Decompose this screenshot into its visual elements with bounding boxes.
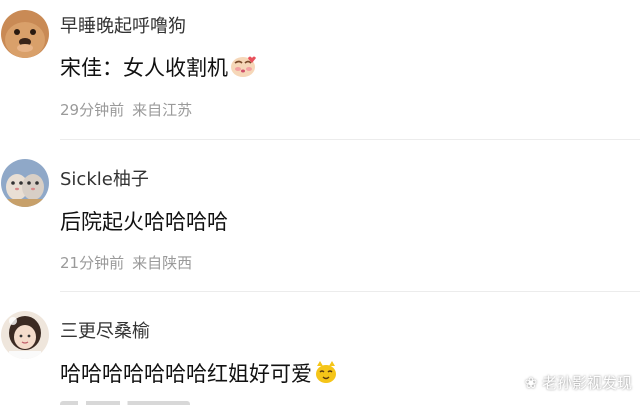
- divider: [60, 291, 640, 292]
- username[interactable]: 三更尽桑榆: [60, 317, 150, 343]
- dog-avatar-icon: [1, 10, 49, 58]
- divider: [60, 139, 640, 140]
- comment-meta: 21分钟前 来自陕西: [60, 252, 192, 273]
- watermark: ❀ 老孙影视发现: [525, 372, 632, 393]
- username[interactable]: Sickle柚子: [60, 165, 149, 191]
- comment-text: 哈哈哈哈哈哈哈红姐好可爱: [60, 358, 338, 389]
- plush-toys-avatar-icon: [1, 159, 49, 207]
- paw-icon: ❀: [524, 374, 538, 392]
- next-comment-peek: [60, 401, 190, 405]
- comment-list: 早睡晚起呼噜狗 宋佳：女人收割机 29分钟前 来自江苏 Sickle柚子 后院起…: [0, 0, 640, 405]
- kiss-face-icon: [230, 54, 256, 83]
- username[interactable]: 早睡晚起呼噜狗: [60, 12, 186, 38]
- comment-text-body: 哈哈哈哈哈哈哈红姐好可爱: [60, 362, 312, 386]
- avatar[interactable]: [1, 10, 49, 58]
- comment-location: 来自江苏: [132, 101, 193, 119]
- avatar[interactable]: [1, 311, 49, 359]
- watermark-text: 老孙影视发现: [541, 374, 632, 392]
- comment-meta: 29分钟前 来自江苏: [60, 99, 192, 120]
- comment-text: 后院起火哈哈哈哈: [60, 210, 228, 234]
- cat-face-icon: [314, 360, 338, 389]
- comment-time: 29分钟前: [60, 101, 125, 119]
- comment-text: 宋佳：女人收割机: [60, 52, 256, 83]
- comment-location: 来自陕西: [132, 254, 193, 272]
- comment-text-body: 宋佳：女人收割机: [60, 56, 228, 80]
- avatar[interactable]: [1, 159, 49, 207]
- girl-avatar-icon: [1, 311, 49, 359]
- comment-time: 21分钟前: [60, 254, 125, 272]
